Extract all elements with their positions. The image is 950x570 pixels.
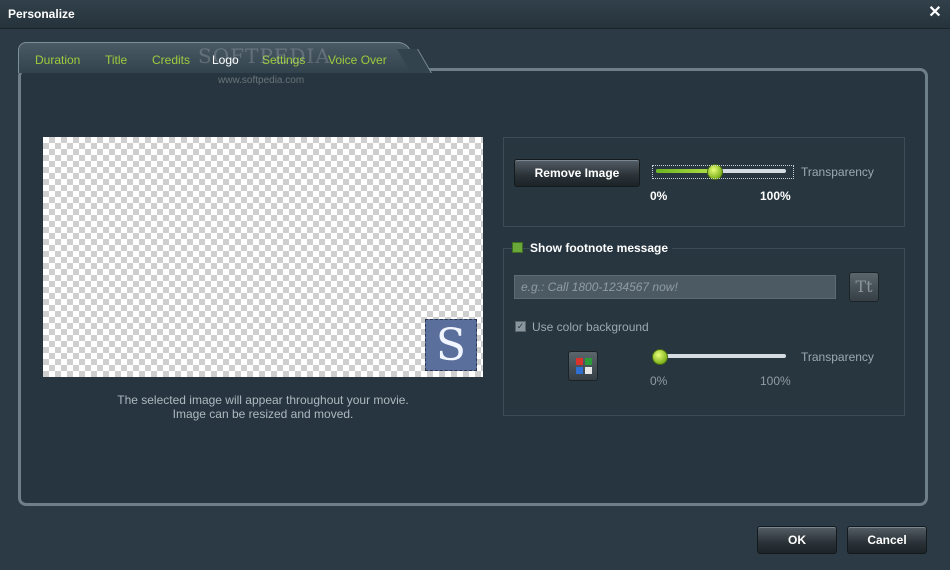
footnote-transparency-min: 0% — [650, 374, 668, 388]
footnote-message-input[interactable] — [514, 275, 836, 299]
color-palette-icon — [576, 358, 592, 374]
use-color-background-checkbox[interactable]: ✓ — [515, 321, 526, 332]
preview-note: The selected image will appear throughou… — [43, 393, 483, 421]
use-color-background-label[interactable]: Use color background — [532, 320, 649, 334]
footnote-transparency-slider[interactable] — [652, 348, 786, 365]
tab-voice-over[interactable]: Voice Over — [328, 53, 387, 67]
slider-knob[interactable] — [707, 164, 724, 180]
preview-note-line1: The selected image will appear throughou… — [117, 393, 409, 407]
logo-preview-canvas[interactable]: S — [43, 137, 483, 377]
title-bar: Personalize ✕ — [0, 0, 950, 29]
text-format-icon: Tt — [855, 277, 873, 296]
color-picker-button[interactable] — [568, 351, 598, 381]
footnote-transparency-max: 100% — [760, 374, 791, 388]
ok-button[interactable]: OK — [757, 526, 837, 554]
watermark: SOFTPEDIA — [198, 44, 331, 68]
window-title: Personalize — [8, 7, 75, 21]
tab-title[interactable]: Title — [105, 53, 127, 67]
image-transparency-label: Transparency — [801, 165, 874, 179]
watermark-url: www.softpedia.com — [218, 75, 305, 86]
logo-image[interactable]: S — [425, 319, 477, 371]
cancel-button[interactable]: Cancel — [847, 526, 927, 554]
image-transparency-slider[interactable] — [656, 163, 786, 180]
slider-track — [652, 354, 786, 358]
image-transparency-max: 100% — [760, 189, 791, 203]
font-settings-button[interactable]: Tt — [849, 272, 879, 302]
logo-letter: S — [435, 320, 467, 371]
show-footnote-label[interactable]: Show footnote message — [530, 241, 673, 255]
show-footnote-checkbox[interactable] — [512, 242, 523, 253]
image-transparency-min: 0% — [650, 189, 668, 203]
tab-credits[interactable]: Credits — [152, 53, 190, 67]
footnote-transparency-label: Transparency — [801, 350, 874, 364]
close-icon[interactable]: ✕ — [926, 4, 944, 22]
slider-knob[interactable] — [652, 349, 668, 365]
tab-duration[interactable]: Duration — [35, 53, 80, 67]
preview-note-line2: Image can be resized and moved. — [172, 407, 354, 421]
remove-image-button[interactable]: Remove Image — [514, 159, 640, 187]
